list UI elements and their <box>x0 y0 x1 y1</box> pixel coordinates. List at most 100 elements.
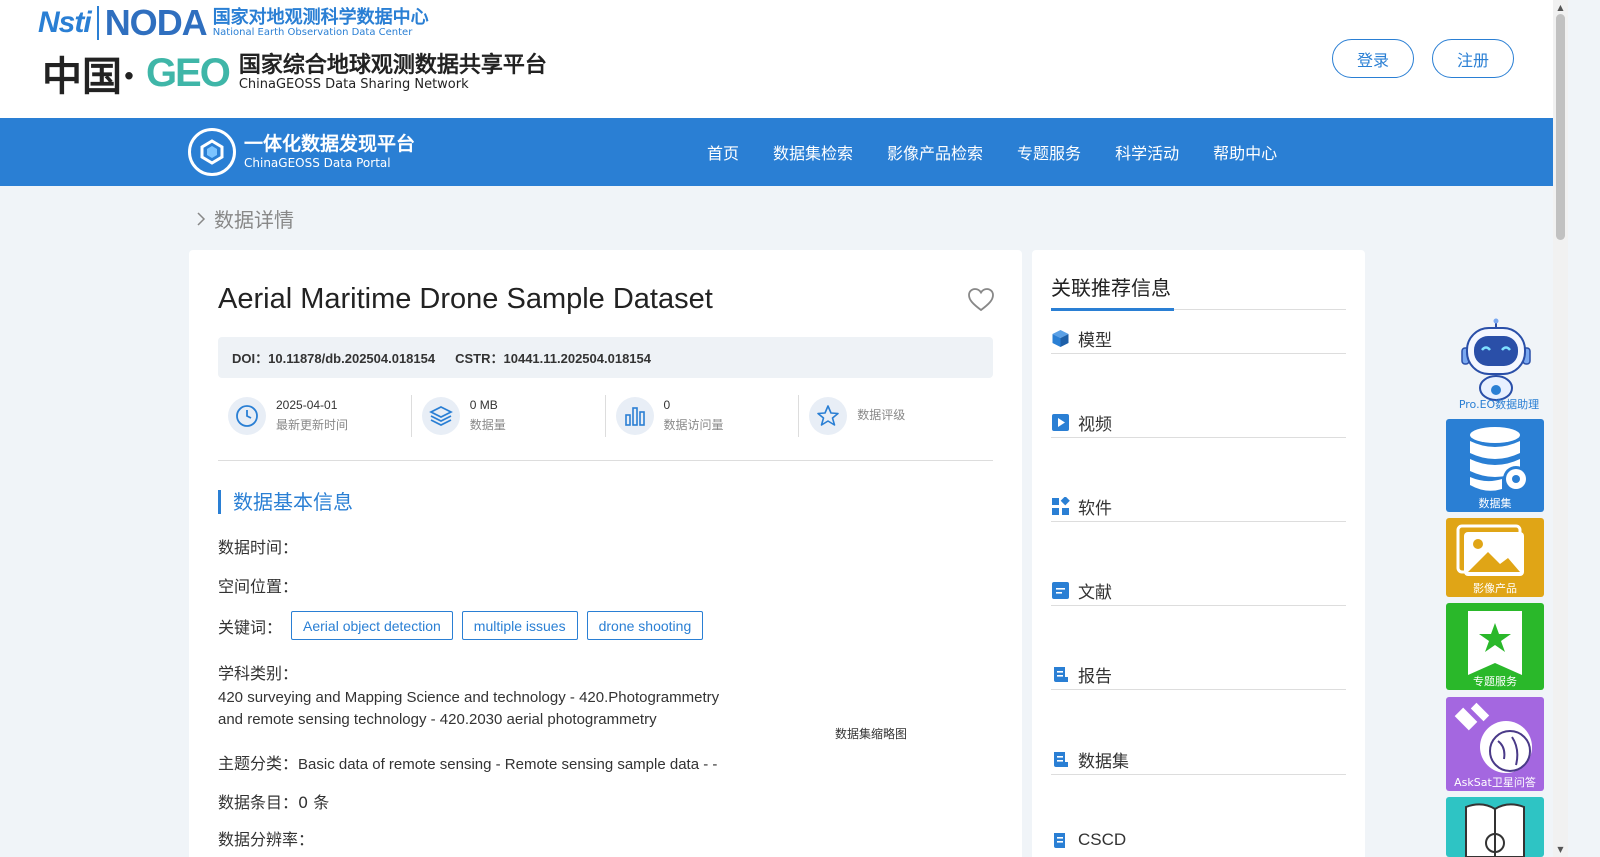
dataset-title: Aerial Maritime Drone Sample Dataset <box>218 283 713 315</box>
bar-chart-icon <box>615 397 654 435</box>
section-title-basic-info: 数据基本信息 <box>218 490 353 514</box>
keyword-tag[interactable]: Aerial object detection <box>291 611 453 640</box>
related-item-label: 视频 <box>1078 415 1112 435</box>
nav-item-dataset-search[interactable]: 数据集检索 <box>756 140 870 164</box>
dataset-widget[interactable]: 数据集 <box>1446 419 1544 512</box>
widget-label: 专题服务 <box>1473 675 1517 688</box>
widget-label: 数据集 <box>1478 497 1512 510</box>
chinageoss-logo[interactable]: 中国· GEO 国家综合地球观测数据共享平台 ChinaGEOSS Data S… <box>42 44 547 102</box>
report-icon <box>1054 832 1065 848</box>
report-icon <box>1054 667 1068 682</box>
china-logo-text: 中国· <box>42 53 136 100</box>
related-item-label: 模型 <box>1078 331 1112 351</box>
entries-label: 数据条目： <box>218 793 299 812</box>
space-label: 空间位置： <box>218 577 299 596</box>
cstr-field: CSTR：10441.11.202504.018154 <box>455 348 651 367</box>
logo-separator <box>96 6 99 40</box>
related-item-label: CSCD <box>1078 830 1127 849</box>
nav-menu: 首页 数据集检索 影像产品检索 专题服务 科学活动 帮助中心 <box>690 118 1294 186</box>
portal-name-cn: 一体化数据发现平台 <box>244 133 416 156</box>
nav-item-help[interactable]: 帮助中心 <box>1196 140 1294 164</box>
doi-value[interactable]: 10.11878/db.202504.018154 <box>268 351 435 366</box>
stat-value: 0 <box>663 398 671 413</box>
doi-cstr-box: DOI：10.11878/db.202504.018154 CSTR：10441… <box>218 337 993 378</box>
image-product-widget[interactable]: 影像产品 <box>1446 518 1544 597</box>
cstr-value[interactable]: 10441.11.202504.018154 <box>504 351 652 366</box>
cstr-label: CSTR： <box>455 351 504 366</box>
related-item-label: 软件 <box>1078 499 1112 519</box>
geo-name-en: ChinaGEOSS Data Sharing Network <box>238 77 469 93</box>
related-title-accent <box>1051 308 1174 311</box>
doi-field: DOI：10.11878/db.202504.018154 <box>232 348 435 367</box>
nav-item-topic-service[interactable]: 专题服务 <box>1000 140 1098 164</box>
noda-logo[interactable]: Nsti NODA 国家对地观测科学数据中心 National Earth Ob… <box>38 2 429 44</box>
related-title: 关联推荐信息 <box>1051 276 1171 300</box>
stat-data-size: 0 MB 数据量 <box>412 395 606 437</box>
doi-label: DOI： <box>232 351 269 366</box>
scroll-down-arrow-icon[interactable]: ▼ <box>1555 844 1566 855</box>
noda-logo-caption: 国家对地观测科学数据中心 National Earth Observation … <box>212 6 429 39</box>
stat-rating: 数据评级 <box>799 395 993 437</box>
login-button[interactable]: 登录 <box>1332 39 1414 78</box>
portal-name-en: ChinaGEOSS Data Portal <box>244 156 391 171</box>
nav-item-image-search[interactable]: 影像产品检索 <box>870 140 1000 164</box>
keywords-row: 关键词： Aerial object detection multiple is… <box>218 611 704 640</box>
document-icon <box>1052 582 1069 599</box>
keyword-tag[interactable]: drone shooting <box>586 611 704 640</box>
theme-value: Basic data of remote sensing - Remote se… <box>298 756 718 773</box>
asksat-widget[interactable]: AskSat卫星问答 <box>1446 697 1544 791</box>
robot-assistant-icon[interactable] <box>1456 318 1536 402</box>
nav-item-home[interactable]: 首页 <box>690 140 756 164</box>
nsti-logo-text: Nsti <box>38 6 92 39</box>
cube-icon <box>1052 330 1069 347</box>
noda-name-en: National Earth Observation Data Center <box>212 27 413 39</box>
related-item-label: 文献 <box>1078 583 1112 603</box>
main-nav: 一体化数据发现平台 ChinaGEOSS Data Portal 首页 数据集检… <box>0 118 1553 186</box>
entries-field: 数据条目：0 条 <box>218 789 329 813</box>
stat-label: 数据评级 <box>857 408 906 423</box>
noda-name-cn: 国家对地观测科学数据中心 <box>212 6 429 28</box>
clock-icon <box>228 397 266 435</box>
stat-visits: 0 数据访问量 <box>606 395 800 437</box>
keyword-tag[interactable]: multiple issues <box>461 611 578 640</box>
related-panel: 关联推荐信息 模型 视频 软件 文献 报告 数据集 CSCD <box>1032 250 1365 857</box>
divider <box>218 460 993 461</box>
book-widget[interactable] <box>1446 797 1544 857</box>
portal-logo[interactable]: 一体化数据发现平台 ChinaGEOSS Data Portal <box>188 128 415 176</box>
geo-logo-text: GEO <box>145 50 231 95</box>
layers-icon <box>421 397 460 435</box>
stat-label: 数据访问量 <box>663 418 724 432</box>
dataset-detail-card: Aerial Maritime Drone Sample Dataset DOI… <box>189 250 1022 857</box>
subject-value: 420 surveying and Mapping Science and te… <box>218 689 720 728</box>
stat-value: 0 MB <box>469 398 498 413</box>
stat-update-time: 2025-04-01 最新更新时间 <box>218 395 412 437</box>
keywords-label: 关键词： <box>218 617 283 637</box>
noda-logo-text: NODA <box>104 2 208 43</box>
scrollbar-thumb[interactable] <box>1556 14 1565 240</box>
entries-value: 0 条 <box>298 793 330 812</box>
widget-label: AskSat卫星问答 <box>1454 776 1536 789</box>
topic-service-widget[interactable]: 专题服务 <box>1446 603 1544 690</box>
resolution-label: 数据分辨率： <box>218 830 315 849</box>
theme-label: 主题分类： <box>218 754 299 773</box>
assistant-label[interactable]: Pro.EO数据助理 <box>1446 396 1552 412</box>
stat-label: 最新更新时间 <box>276 418 349 432</box>
related-item-label: 报告 <box>1078 667 1112 687</box>
portal-caption: 一体化数据发现平台 ChinaGEOSS Data Portal <box>244 133 415 170</box>
play-icon <box>1052 414 1069 431</box>
geo-name-cn: 国家综合地球观测数据共享平台 <box>238 52 547 78</box>
report-icon <box>1054 752 1068 767</box>
scroll-up-arrow-icon[interactable]: ▲ <box>1555 2 1566 13</box>
nav-item-science[interactable]: 科学活动 <box>1098 140 1196 164</box>
related-item-label: 数据集 <box>1078 752 1129 772</box>
breadcrumb: 数据详情 <box>196 204 294 233</box>
star-icon <box>809 397 848 435</box>
subject-label: 学科类别： <box>218 664 299 683</box>
data-time-label: 数据时间： <box>218 538 299 557</box>
chevron-right-icon <box>197 211 206 226</box>
theme-field: 主题分类：Basic data of remote sensing - Remo… <box>218 750 717 774</box>
register-button[interactable]: 注册 <box>1432 39 1514 78</box>
site-header: Nsti NODA 国家对地观测科学数据中心 National Earth Ob… <box>0 0 1553 118</box>
favorite-heart-icon[interactable] <box>968 288 994 312</box>
portal-gear-icon <box>188 128 236 176</box>
